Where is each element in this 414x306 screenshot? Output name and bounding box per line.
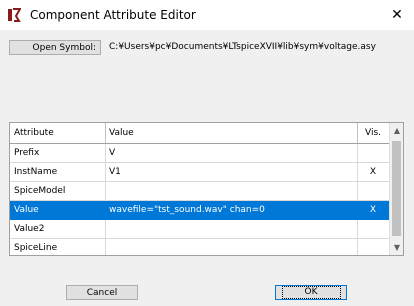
cancel-button[interactable]: Cancel: [66, 285, 138, 300]
title-bar: Component Attribute Editor ✕: [0, 0, 414, 30]
header-attribute: Attribute: [14, 128, 54, 138]
ltspice-icon: [8, 8, 21, 22]
attribute-table[interactable]: Attribute Value Vis. Prefix V InstName V…: [9, 122, 404, 256]
cancel-label: Cancel: [86, 287, 118, 298]
table-row[interactable]: Value2: [10, 220, 389, 239]
symbol-path: C:¥Users¥pc¥Documents¥LTspiceXVII¥lib¥sy…: [109, 42, 376, 52]
table-row[interactable]: SpiceModel: [10, 182, 389, 201]
cell-value[interactable]: V: [106, 144, 359, 162]
table-row[interactable]: InstName V1 X: [10, 163, 389, 182]
cell-vis[interactable]: [358, 182, 388, 200]
window-title: Component Attribute Editor: [30, 8, 196, 22]
cell-attribute: Value: [14, 205, 39, 215]
cell-value[interactable]: [106, 182, 359, 200]
cell-value[interactable]: V1: [106, 163, 359, 181]
cell-vis[interactable]: [358, 239, 388, 255]
cell-attribute: InstName: [14, 167, 58, 177]
ok-button[interactable]: OK: [275, 285, 347, 300]
open-symbol-button[interactable]: Open Symbol:: [9, 40, 101, 55]
vertical-scrollbar[interactable]: ▲ ▼: [389, 123, 403, 255]
scroll-up-icon[interactable]: ▲: [390, 123, 403, 137]
cell-vis[interactable]: X: [358, 163, 388, 181]
open-symbol-label: Open Symbol:: [32, 42, 96, 53]
cell-vis[interactable]: [358, 144, 388, 162]
scroll-down-icon[interactable]: ▼: [390, 240, 403, 254]
cell-attribute: SpiceModel: [14, 186, 66, 196]
cell-value[interactable]: [106, 220, 359, 238]
header-vis: Vis.: [364, 128, 381, 138]
cell-attribute: Value2: [14, 224, 45, 234]
close-icon[interactable]: ✕: [380, 0, 414, 30]
table-row-selected[interactable]: Value wavefile="tst_sound.wav" chan=0 X: [10, 201, 389, 220]
scrollbar-thumb[interactable]: [392, 141, 401, 236]
cell-vis[interactable]: X: [358, 201, 388, 219]
table-header: Attribute Value Vis.: [10, 123, 389, 144]
cell-attribute: Prefix: [14, 148, 40, 158]
table-row[interactable]: SpiceLine: [10, 239, 389, 255]
cell-vis[interactable]: [358, 220, 388, 238]
table-row[interactable]: Prefix V: [10, 144, 389, 163]
cell-value[interactable]: [106, 239, 359, 255]
cell-value[interactable]: wavefile="tst_sound.wav" chan=0: [106, 201, 359, 219]
ok-label: OK: [281, 286, 341, 299]
header-value: Value: [109, 128, 134, 138]
cell-attribute: SpiceLine: [14, 243, 58, 253]
